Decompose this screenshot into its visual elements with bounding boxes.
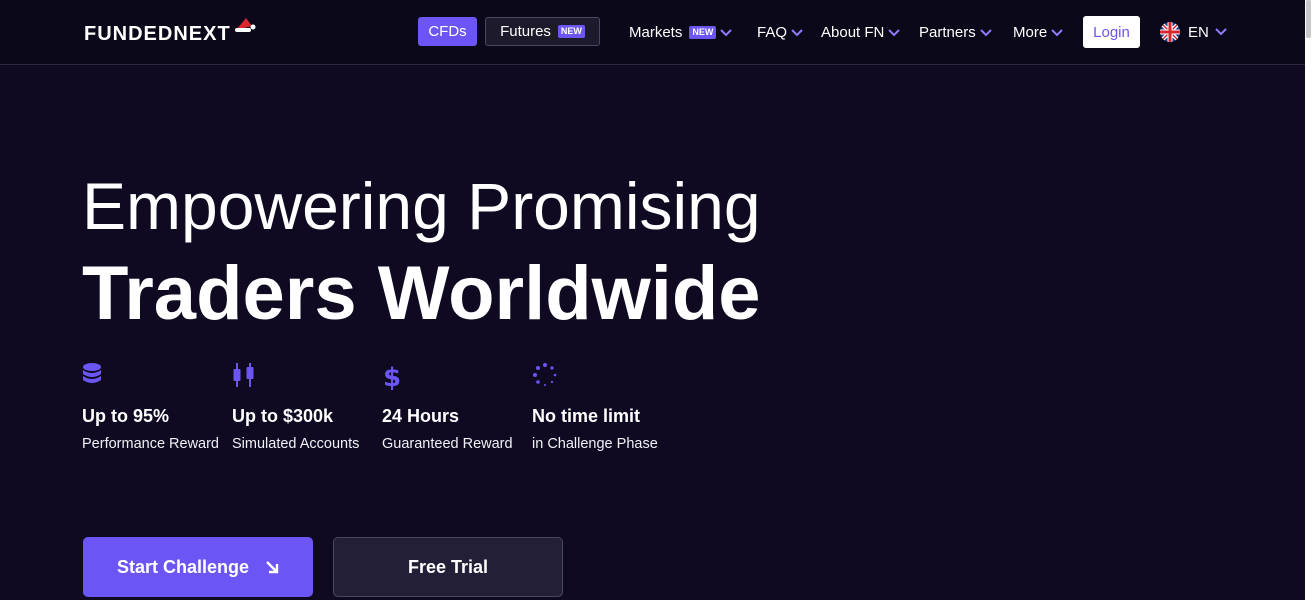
arrow-down-right-icon: [266, 561, 279, 574]
feature-subtitle: Performance Reward: [82, 436, 219, 452]
feature-no-time-limit: No time limit in Challenge Phase: [532, 362, 672, 455]
top-navigation-bar: FUNDEDNEXT CFDs Futures NEW Markets NEW …: [0, 0, 1305, 65]
svg-text:$: $: [383, 363, 401, 390]
feature-subtitle: in Challenge Phase: [532, 436, 658, 452]
chevron-down-icon: [979, 28, 992, 36]
futures-tab[interactable]: Futures NEW: [485, 17, 600, 46]
feature-guaranteed-reward: $ 24 Hours Guaranteed Reward: [382, 362, 522, 455]
login-label: Login: [1093, 23, 1130, 41]
chevron-down-icon: [888, 28, 901, 36]
language-label: EN: [1188, 23, 1209, 41]
nav-markets-label: Markets: [629, 24, 683, 41]
free-trial-label: Free Trial: [407, 556, 489, 577]
start-challenge-button[interactable]: Start Challenge: [83, 537, 313, 597]
chevron-down-icon: [1215, 28, 1227, 36]
markets-new-badge: NEW: [689, 26, 717, 39]
scrollbar-thumb[interactable]: [1306, 0, 1311, 38]
nav-about[interactable]: About FN: [821, 24, 901, 41]
nav-about-label: About FN: [821, 24, 885, 41]
hero-heading-line1: Empowering Promising: [82, 169, 761, 243]
feature-title: Up to 95%: [82, 406, 170, 426]
logo-text: FUNDEDNEXT: [84, 22, 231, 45]
uk-flag-icon: [1160, 22, 1180, 42]
nav-partners[interactable]: Partners: [919, 24, 992, 41]
chevron-down-icon: [720, 28, 733, 36]
feature-title: Up to $300k: [232, 406, 334, 426]
feature-title: No time limit: [532, 406, 641, 426]
feature-subtitle: Guaranteed Reward: [382, 436, 513, 452]
santa-hat-icon: [235, 18, 256, 32]
dollar-icon: $: [383, 363, 401, 393]
start-challenge-label: Start Challenge: [116, 556, 250, 577]
fundednext-logo[interactable]: FUNDEDNEXT: [84, 18, 256, 46]
nav-more[interactable]: More: [1013, 24, 1063, 41]
nav-markets[interactable]: Markets NEW: [629, 24, 733, 41]
hero-heading-line2: Traders Worldwide: [82, 251, 761, 336]
language-selector[interactable]: EN: [1160, 22, 1227, 42]
feature-performance-reward: Up to 95% Performance Reward: [82, 362, 222, 455]
chevron-down-icon: [1051, 28, 1063, 36]
cfds-tab[interactable]: CFDs: [418, 17, 477, 46]
free-trial-button[interactable]: Free Trial: [333, 537, 563, 597]
coins-stack-icon: [83, 363, 101, 383]
nav-faq-label: FAQ: [757, 24, 788, 41]
feature-subtitle: Simulated Accounts: [232, 436, 360, 452]
loader-icon: [533, 363, 557, 386]
nav-faq[interactable]: FAQ: [757, 24, 803, 41]
futures-label: Futures: [500, 23, 551, 40]
feature-title: 24 Hours: [382, 406, 460, 426]
chevron-down-icon: [791, 28, 803, 36]
cfds-label: CFDs: [428, 23, 467, 40]
login-button[interactable]: Login: [1083, 16, 1140, 48]
feature-simulated-accounts: Up to $300k Simulated Accounts: [232, 362, 372, 455]
candlestick-icon: [233, 363, 254, 387]
nav-more-label: More: [1013, 24, 1048, 41]
scrollbar-track[interactable]: [1305, 0, 1312, 600]
nav-partners-label: Partners: [919, 24, 976, 41]
futures-new-badge: NEW: [557, 25, 585, 38]
